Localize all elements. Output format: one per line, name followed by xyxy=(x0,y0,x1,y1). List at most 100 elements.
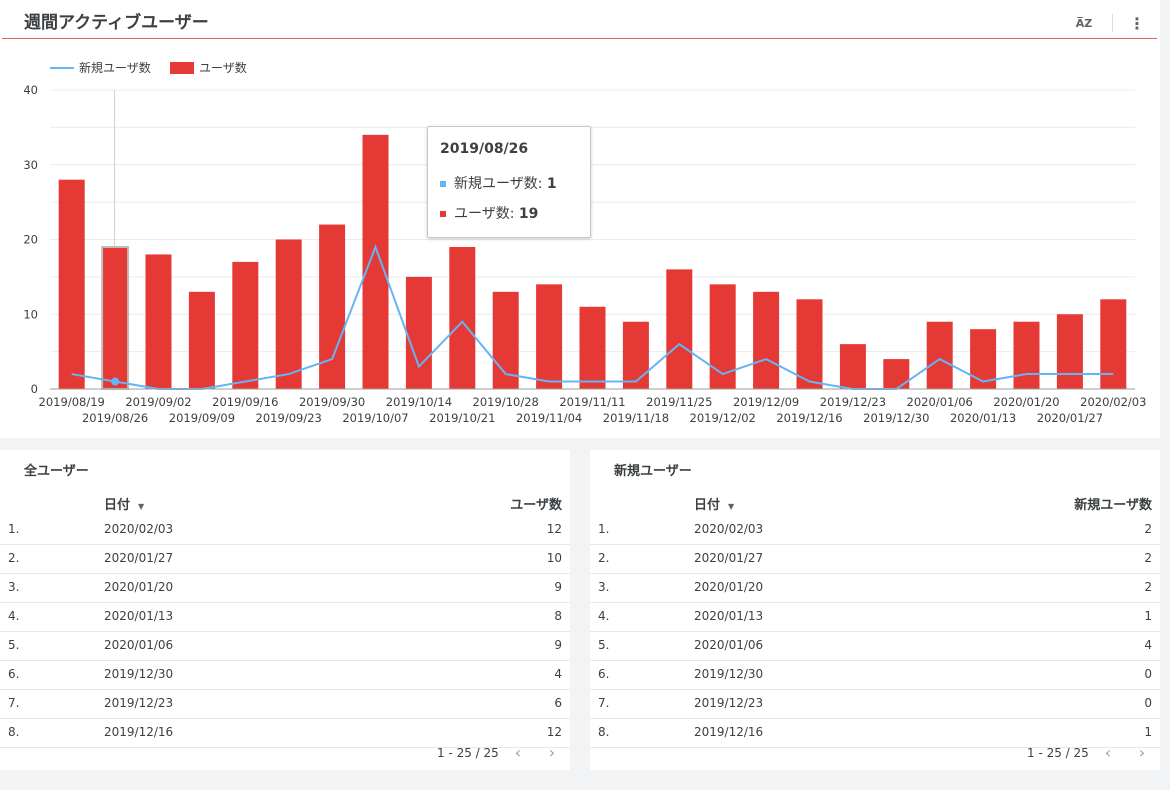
x-tick-label: 2019/11/18 xyxy=(603,411,669,425)
bar xyxy=(319,224,346,389)
x-tick-label: 2019/09/30 xyxy=(299,395,365,409)
x-tick-label: 2020/01/20 xyxy=(993,395,1059,409)
bar xyxy=(579,306,606,389)
chevron-left-icon[interactable]: ‹ xyxy=(1098,742,1118,762)
chart-legend: 新規ユーザ数 ユーザ数 xyxy=(50,60,247,75)
legend-bar-icon xyxy=(170,62,194,74)
chart-tooltip: 2019/08/26 新規ユーザ数: 1 ユーザ数: 19 xyxy=(427,126,591,238)
table-title: 全ユーザー xyxy=(24,464,89,479)
header-label: 日付 xyxy=(694,498,721,513)
row-value: 4 xyxy=(554,667,562,681)
row-number: 1. xyxy=(598,522,610,536)
line-point-highlight xyxy=(111,377,120,386)
tooltip-value: 1 xyxy=(546,176,557,192)
x-tick-label: 2019/10/07 xyxy=(342,411,408,425)
row-date: 2020/01/20 xyxy=(104,580,174,594)
row-value: 10 xyxy=(546,551,562,565)
x-tick-label: 2019/12/23 xyxy=(820,395,886,409)
x-tick-label: 2019/12/30 xyxy=(863,411,929,425)
tooltip-label: 新規ユーザ数: xyxy=(454,176,547,192)
chevron-right-icon[interactable]: › xyxy=(542,742,562,762)
x-tick-label: 2019/10/21 xyxy=(429,411,495,425)
x-tick-label: 2019/10/28 xyxy=(473,395,539,409)
tooltip-value: 19 xyxy=(518,206,539,222)
table-title: 新規ユーザー xyxy=(614,464,692,479)
table-row: 8. 2019/12/16 12 xyxy=(0,718,570,748)
row-date: 2019/12/23 xyxy=(694,696,764,710)
pagination-text: 1 - 25 / 25 xyxy=(1027,746,1089,760)
x-tick-label: 2019/08/19 xyxy=(39,395,105,409)
bar xyxy=(1100,299,1127,389)
row-number: 4. xyxy=(598,609,610,623)
row-value: 12 xyxy=(546,522,562,536)
x-tick-label: 2019/12/09 xyxy=(733,395,799,409)
tooltip-row-users: ユーザ数: 19 xyxy=(440,203,538,223)
table-row: 2. 2020/01/27 10 xyxy=(0,544,570,574)
table-row: 7. 2019/12/23 0 xyxy=(590,689,1160,719)
legend-square-icon xyxy=(440,211,446,217)
bar xyxy=(188,291,215,389)
table-row: 3. 2020/01/20 9 xyxy=(0,573,570,603)
table-row: 6. 2019/12/30 4 xyxy=(0,660,570,690)
chevron-right-icon[interactable]: › xyxy=(1132,742,1152,762)
bar xyxy=(536,284,563,389)
x-tick-label: 2019/11/04 xyxy=(516,411,582,425)
table-row: 3. 2020/01/20 2 xyxy=(590,573,1160,603)
table-row: 5. 2020/01/06 4 xyxy=(590,631,1160,661)
row-number: 3. xyxy=(8,580,20,594)
row-number: 7. xyxy=(598,696,610,710)
x-tick-label: 2020/01/27 xyxy=(1037,411,1103,425)
table-row: 4. 2020/01/13 8 xyxy=(0,602,570,632)
row-number: 8. xyxy=(8,725,20,739)
metric-column-header[interactable]: ユーザ数 xyxy=(510,494,562,513)
bar xyxy=(796,299,823,389)
chevron-left-icon[interactable]: ‹ xyxy=(508,742,528,762)
bar xyxy=(101,245,130,390)
row-date: 2020/01/06 xyxy=(104,638,174,652)
row-date: 2020/02/03 xyxy=(104,522,174,536)
x-tick-label: 2019/09/09 xyxy=(169,411,235,425)
bar xyxy=(275,239,302,389)
row-value: 1 xyxy=(1144,725,1152,739)
row-value: 9 xyxy=(554,580,562,594)
bar-series xyxy=(58,134,1127,390)
x-tick-label: 2020/01/06 xyxy=(907,395,973,409)
row-value: 1 xyxy=(1144,609,1152,623)
new-users-table: 新規ユーザー 日付 ▼ 新規ユーザ数 1. 2020/02/03 2 2. 2020/01… xyxy=(590,450,1160,770)
row-date: 2019/12/30 xyxy=(104,667,174,681)
metric-column-header[interactable]: 新規ユーザ数 xyxy=(1074,494,1152,513)
row-date: 2019/12/16 xyxy=(694,725,764,739)
date-column-header[interactable]: 日付 ▼ xyxy=(104,494,144,513)
row-date: 2020/01/27 xyxy=(104,551,174,565)
bar xyxy=(1056,314,1083,389)
bar xyxy=(883,359,910,389)
bar xyxy=(622,321,649,389)
x-tick-label: 2019/09/02 xyxy=(125,395,191,409)
legend-label-users: ユーザ数 xyxy=(199,60,247,75)
header-label: 日付 xyxy=(104,498,131,513)
pagination-text: 1 - 25 / 25 xyxy=(437,746,499,760)
x-tick-label: 2019/09/23 xyxy=(256,411,322,425)
all-users-table: 全ユーザー 日付 ▼ ユーザ数 1. 2020/02/03 12 2. 2020/01/2… xyxy=(0,450,570,770)
y-tick-label: 30 xyxy=(23,158,38,172)
table-row: 7. 2019/12/23 6 xyxy=(0,689,570,719)
row-number: 4. xyxy=(8,609,20,623)
x-tick-label: 2020/01/13 xyxy=(950,411,1016,425)
row-value: 6 xyxy=(554,696,562,710)
row-number: 6. xyxy=(598,667,610,681)
bar xyxy=(839,344,866,389)
table-row: 5. 2020/01/06 9 xyxy=(0,631,570,661)
legend-square-icon xyxy=(440,181,446,187)
row-value: 8 xyxy=(554,609,562,623)
y-axis: 0 10 20 30 40 xyxy=(23,83,38,396)
row-number: 2. xyxy=(8,551,20,565)
bar xyxy=(449,246,476,389)
row-number: 2. xyxy=(598,551,610,565)
x-tick-label: 2019/12/16 xyxy=(776,411,842,425)
date-column-header[interactable]: 日付 ▼ xyxy=(694,494,734,513)
table-row: 2. 2020/01/27 2 xyxy=(590,544,1160,574)
bar xyxy=(753,291,780,389)
bar xyxy=(666,269,693,389)
bar xyxy=(926,321,953,389)
row-date: 2019/12/16 xyxy=(104,725,174,739)
